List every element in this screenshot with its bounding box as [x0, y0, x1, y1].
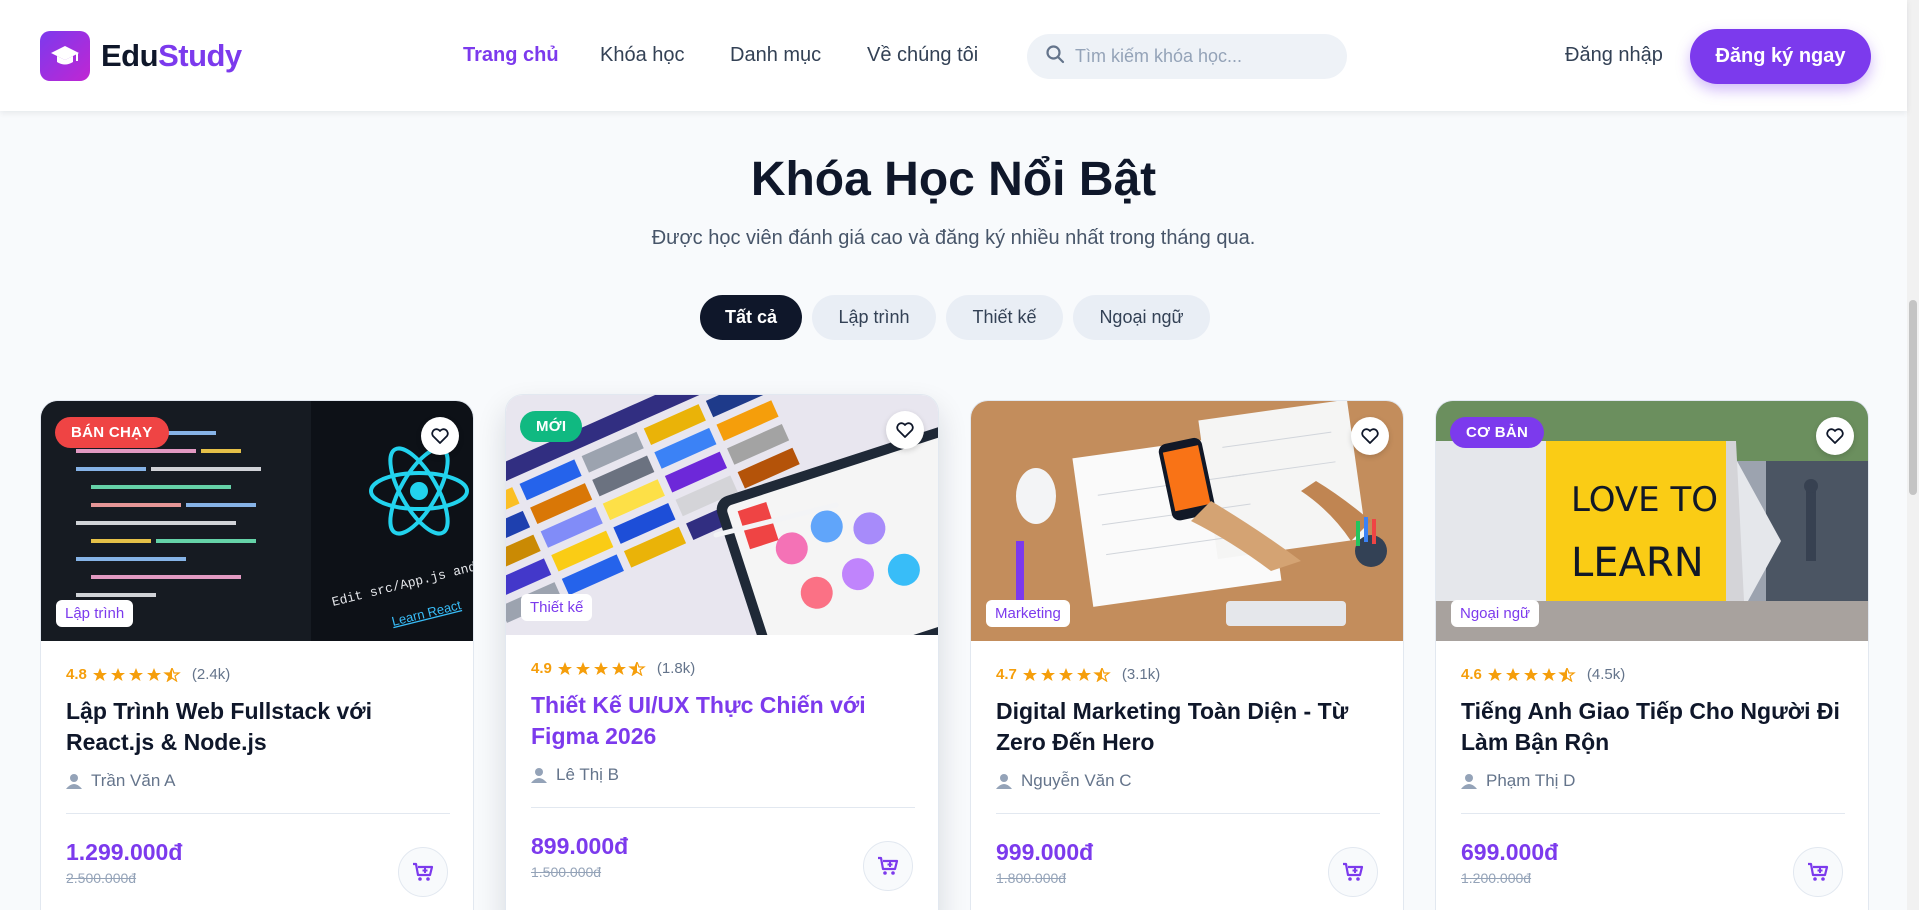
- filter-language[interactable]: Ngoại ngữ: [1073, 295, 1210, 340]
- course-card[interactable]: Edit src/App.js and save to rel Learn Re…: [40, 400, 474, 910]
- price: 1.299.000đ: [66, 839, 183, 865]
- review-count: (4.5k): [1586, 666, 1626, 683]
- course-title[interactable]: Tiếng Anh Giao Tiếp Cho Người Đi Làm Bận…: [1461, 696, 1841, 758]
- scrollbar-thumb[interactable]: [1909, 300, 1917, 495]
- image-text-line2: LEARN: [1571, 540, 1704, 586]
- category-tag: Lập trình: [56, 600, 134, 627]
- cart-icon: [878, 856, 899, 875]
- old-price: 2.500.000đ: [66, 870, 137, 886]
- price: 999.000đ: [996, 839, 1094, 865]
- search-icon: [1045, 44, 1065, 69]
- star-rating-icon: [1487, 667, 1578, 682]
- badge-new: MỚI: [520, 411, 583, 442]
- nav-home[interactable]: Trang chủ: [463, 44, 559, 67]
- user-icon: [1461, 774, 1477, 789]
- cart-icon: [1808, 862, 1829, 881]
- rating-score: 4.6: [1461, 666, 1482, 683]
- search-input[interactable]: [1075, 46, 1325, 67]
- old-price: 1.200.000đ: [1461, 870, 1532, 886]
- login-link[interactable]: Đăng nhập: [1565, 44, 1663, 67]
- user-icon: [531, 768, 547, 783]
- rating-row: 4.8 (2.4k): [66, 666, 230, 683]
- price: 899.000đ: [531, 833, 629, 859]
- cart-icon: [413, 862, 434, 881]
- review-count: (1.8k): [656, 660, 696, 677]
- course-card[interactable]: Marketing 4.7 (3.1k) Digital Marketing T…: [970, 400, 1404, 910]
- favorite-heart-icon[interactable]: [886, 411, 924, 449]
- add-to-cart-button[interactable]: [1793, 847, 1843, 897]
- rating-row: 4.9 (1.8k): [531, 660, 695, 677]
- course-title[interactable]: Thiết Kế UI/UX Thực Chiến với Figma 2026: [531, 690, 911, 752]
- brand-logo[interactable]: EduStudy: [40, 31, 242, 81]
- user-icon: [996, 774, 1012, 789]
- badge-bestseller: BÁN CHẠY: [55, 417, 169, 448]
- divider: [531, 807, 915, 808]
- badge-basic: CƠ BẢN: [1450, 417, 1545, 448]
- rating-score: 4.9: [531, 660, 552, 677]
- course-card[interactable]: LOVE TO LEARN CƠ BẢN Ngoại ngữ 4.6 (4.5k…: [1435, 400, 1869, 910]
- cart-icon: [1343, 862, 1364, 881]
- search-box[interactable]: [1027, 34, 1347, 79]
- author-row: Nguyễn Văn C: [996, 771, 1132, 791]
- rating-score: 4.7: [996, 666, 1017, 683]
- page-scrollbar[interactable]: [1907, 0, 1919, 910]
- nav-categories[interactable]: Danh mục: [730, 44, 821, 67]
- nav-courses[interactable]: Khóa học: [600, 44, 685, 67]
- signup-button[interactable]: Đăng ký ngay: [1690, 29, 1871, 84]
- old-price: 1.500.000đ: [531, 864, 602, 880]
- brand-name-part2: Study: [158, 38, 242, 73]
- divider: [1461, 813, 1845, 814]
- filter-design[interactable]: Thiết kế: [946, 295, 1063, 340]
- category-tag: Thiết kế: [521, 594, 593, 621]
- favorite-heart-icon[interactable]: [1816, 417, 1854, 455]
- divider: [66, 813, 450, 814]
- user-icon: [66, 774, 82, 789]
- brand-name-part1: Edu: [101, 38, 159, 73]
- star-rating-icon: [1022, 667, 1113, 682]
- category-tag: Ngoại ngữ: [1451, 600, 1540, 627]
- image-text-line1: LOVE TO: [1571, 480, 1718, 520]
- author-name: Nguyễn Văn C: [1021, 771, 1132, 790]
- author-name: Phạm Thị D: [1486, 771, 1576, 790]
- author-row: Lê Thị B: [531, 765, 619, 785]
- add-to-cart-button[interactable]: [863, 841, 913, 891]
- course-title[interactable]: Digital Marketing Toàn Diện - Từ Zero Đế…: [996, 696, 1376, 758]
- author-row: Trần Văn A: [66, 771, 175, 791]
- graduation-cap-icon: [40, 31, 90, 81]
- rating-score: 4.8: [66, 666, 87, 683]
- star-rating-icon: [92, 667, 183, 682]
- brand-name: EduStudy: [101, 38, 242, 74]
- filter-programming[interactable]: Lập trình: [812, 295, 936, 340]
- course-title[interactable]: Lập Trình Web Fullstack với React.js & N…: [66, 696, 446, 758]
- rating-row: 4.7 (3.1k): [996, 666, 1160, 683]
- favorite-heart-icon[interactable]: [421, 417, 459, 455]
- favorite-heart-icon[interactable]: [1351, 417, 1389, 455]
- category-tag: Marketing: [986, 600, 1070, 627]
- review-count: (2.4k): [191, 666, 231, 683]
- rating-row: 4.6 (4.5k): [1461, 666, 1625, 683]
- section-subtitle: Được học viên đánh giá cao và đăng ký nh…: [651, 227, 1256, 249]
- old-price: 1.800.000đ: [996, 870, 1067, 886]
- review-count: (3.1k): [1121, 666, 1161, 683]
- section-title: Khóa Học Nổi Bật: [750, 153, 1157, 206]
- author-name: Trần Văn A: [91, 771, 176, 790]
- divider: [996, 813, 1380, 814]
- author-row: Phạm Thị D: [1461, 771, 1575, 791]
- add-to-cart-button[interactable]: [398, 847, 448, 897]
- price: 699.000đ: [1461, 839, 1559, 865]
- author-name: Lê Thị B: [556, 765, 620, 784]
- filter-all[interactable]: Tất cả: [700, 295, 802, 340]
- add-to-cart-button[interactable]: [1328, 847, 1378, 897]
- course-card[interactable]: MỚI Thiết kế 4.9 (1.8k) Thiết Kế UI/UX T…: [505, 394, 939, 910]
- nav-about[interactable]: Về chúng tôi: [867, 44, 978, 67]
- site-header: EduStudy Trang chủ Khóa học Danh mục Về …: [0, 0, 1907, 111]
- star-rating-icon: [557, 661, 648, 676]
